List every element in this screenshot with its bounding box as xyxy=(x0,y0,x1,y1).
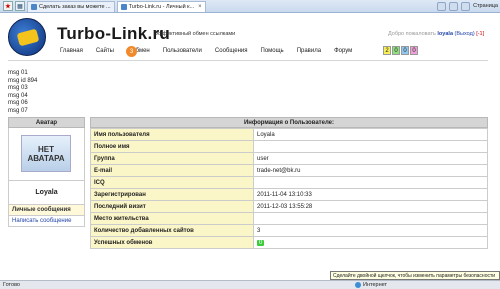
profile-username: Loyala xyxy=(8,180,85,205)
row-label: ICQ xyxy=(90,176,254,189)
tab-title: Turbo-Link.ru - Личный к... xyxy=(128,3,195,10)
tab-grid-icon[interactable]: ▦ xyxy=(15,1,25,11)
counter-green[interactable]: 0 xyxy=(392,46,400,55)
welcome-text: Добро пожаловать xyxy=(388,31,436,37)
table-row: Группа user xyxy=(90,152,488,165)
avatar-panel-header: Аватар xyxy=(8,117,85,128)
security-zone[interactable]: Интернет xyxy=(355,282,387,288)
zone-label: Интернет xyxy=(363,282,387,288)
avatar-panel: Аватар НЕТ АВАТАРА Loyala Личные сообщен… xyxy=(8,117,85,227)
feeds-icon[interactable] xyxy=(449,1,459,11)
nav-home[interactable]: Главная xyxy=(60,48,83,54)
logo-emblem-icon xyxy=(16,28,40,47)
counter-blue[interactable]: 0 xyxy=(401,46,409,55)
site-slogan: Эффективный обмен ссылками xyxy=(154,31,236,37)
table-row: Успешных обменов 0 xyxy=(90,236,488,249)
counter-yellow[interactable]: 2 xyxy=(383,46,391,55)
home-icon[interactable] xyxy=(437,1,447,11)
page-menu[interactable]: Страница xyxy=(473,3,498,9)
row-value: 2011-12-03 13:55:28 xyxy=(253,200,488,213)
nav-messages[interactable]: Сообщения xyxy=(215,48,248,54)
browser-command-bar: Страница xyxy=(437,1,500,11)
row-value: 2011-11-04 13:10:33 xyxy=(253,188,488,201)
row-label: Зарегистрирован xyxy=(90,188,254,201)
table-row: Зарегистрирован 2011-11-04 13:10:33 xyxy=(90,188,488,201)
row-label: Полное имя xyxy=(90,140,254,153)
print-icon[interactable] xyxy=(461,1,471,11)
row-value: Loyala xyxy=(253,128,488,141)
row-value: trade-net@bk.ru xyxy=(253,164,488,177)
row-label: Группа xyxy=(90,152,254,165)
row-value: user xyxy=(253,152,488,165)
status-text: Готово xyxy=(3,282,20,288)
row-label: Место жительства xyxy=(90,212,254,225)
counter-pink[interactable]: 0 xyxy=(410,46,418,55)
row-label: Количество добавленных сайтов xyxy=(90,224,254,237)
browser-status-bar: Готово Интернет xyxy=(0,280,500,289)
nav-help[interactable]: Помощь xyxy=(261,48,284,54)
avatar-container: НЕТ АВАТАРА xyxy=(8,128,85,180)
browser-tab-order[interactable]: Сделать заказ вы можете ... xyxy=(27,0,115,12)
row-label: E-mail xyxy=(90,164,254,177)
row-label: Успешных обменов xyxy=(90,236,254,249)
row-value xyxy=(253,176,488,189)
tab-favicon-icon xyxy=(31,3,37,10)
site-logo[interactable] xyxy=(8,18,46,56)
debug-message: msg 01 xyxy=(8,70,28,76)
current-username[interactable]: loyala xyxy=(437,31,453,37)
table-row: Последний визит 2011-12-03 13:55:28 xyxy=(90,200,488,213)
browser-tab-bar: ★ ▦ Сделать заказ вы можете ... Turbo-Li… xyxy=(0,0,500,13)
nav-rules[interactable]: Правила xyxy=(297,48,321,54)
menu-private-messages[interactable]: Личные сообщения xyxy=(8,205,85,216)
row-value: 0 xyxy=(253,236,488,249)
table-row: Имя пользователя Loyala xyxy=(90,128,488,141)
row-value xyxy=(253,212,488,225)
browser-tab-turbolink[interactable]: Turbo-Link.ru - Личный к... × xyxy=(116,0,206,12)
table-row: Количество добавленных сайтов 3 xyxy=(90,224,488,237)
tab-favicon-icon xyxy=(120,3,127,10)
avatar: НЕТ АВАТАРА xyxy=(21,135,71,172)
nav-users[interactable]: Пользователи xyxy=(163,48,202,54)
security-zone-tooltip: Сделайте двойной щелчок, чтобы изменить … xyxy=(330,271,500,280)
row-value: 3 xyxy=(253,224,488,237)
nav-sites[interactable]: Сайты xyxy=(96,48,114,54)
user-box: Добро пожаловать loyala (Выход) [-1] xyxy=(388,31,484,37)
favorites-star-icon[interactable]: ★ xyxy=(3,1,13,11)
debug-message: msg 07 xyxy=(8,107,28,114)
close-tab-icon[interactable]: × xyxy=(198,4,202,10)
tab-title: Сделать заказ вы можете ... xyxy=(39,3,111,10)
avatar-text-line1: НЕТ xyxy=(38,144,54,154)
row-value xyxy=(253,140,488,153)
table-row: ICQ xyxy=(90,176,488,189)
success-count-badge: 0 xyxy=(257,239,265,246)
header-divider xyxy=(8,60,488,61)
user-info-header: Информация о Пользователе: xyxy=(90,117,488,128)
main-nav: Главная Сайты Обмен Пользователи Сообщен… xyxy=(60,45,365,56)
globe-icon xyxy=(355,282,361,288)
user-info-panel: Информация о Пользователе: Имя пользоват… xyxy=(90,117,488,249)
rating-value: [-1] xyxy=(476,31,485,37)
logout-link[interactable]: (Выход) xyxy=(455,31,475,37)
nav-forum[interactable]: Форум xyxy=(334,48,352,54)
table-row: Полное имя xyxy=(90,140,488,153)
status-counters: 2 0 0 0 xyxy=(383,46,418,55)
debug-message: msg 03 xyxy=(8,85,28,91)
debug-message: msg 04 xyxy=(8,92,28,99)
avatar-text-line2: АВАТАРА xyxy=(27,153,65,163)
debug-messages: msg 01 msg id 894 msg 03 msg 04 msg 06 m… xyxy=(8,70,37,115)
row-label: Имя пользователя xyxy=(90,128,254,141)
debug-message: msg id 894 xyxy=(8,77,38,84)
row-label: Последний визит xyxy=(90,200,254,213)
table-row: E-mail trade-net@bk.ru xyxy=(90,164,488,177)
exchange-count-badge: 3 xyxy=(126,46,137,57)
user-info-table: Имя пользователя Loyala Полное имя Группа… xyxy=(90,128,488,249)
table-row: Место жительства xyxy=(90,212,488,225)
menu-write-message[interactable]: Написать сообщение xyxy=(8,216,85,227)
debug-message: msg 06 xyxy=(8,100,28,106)
